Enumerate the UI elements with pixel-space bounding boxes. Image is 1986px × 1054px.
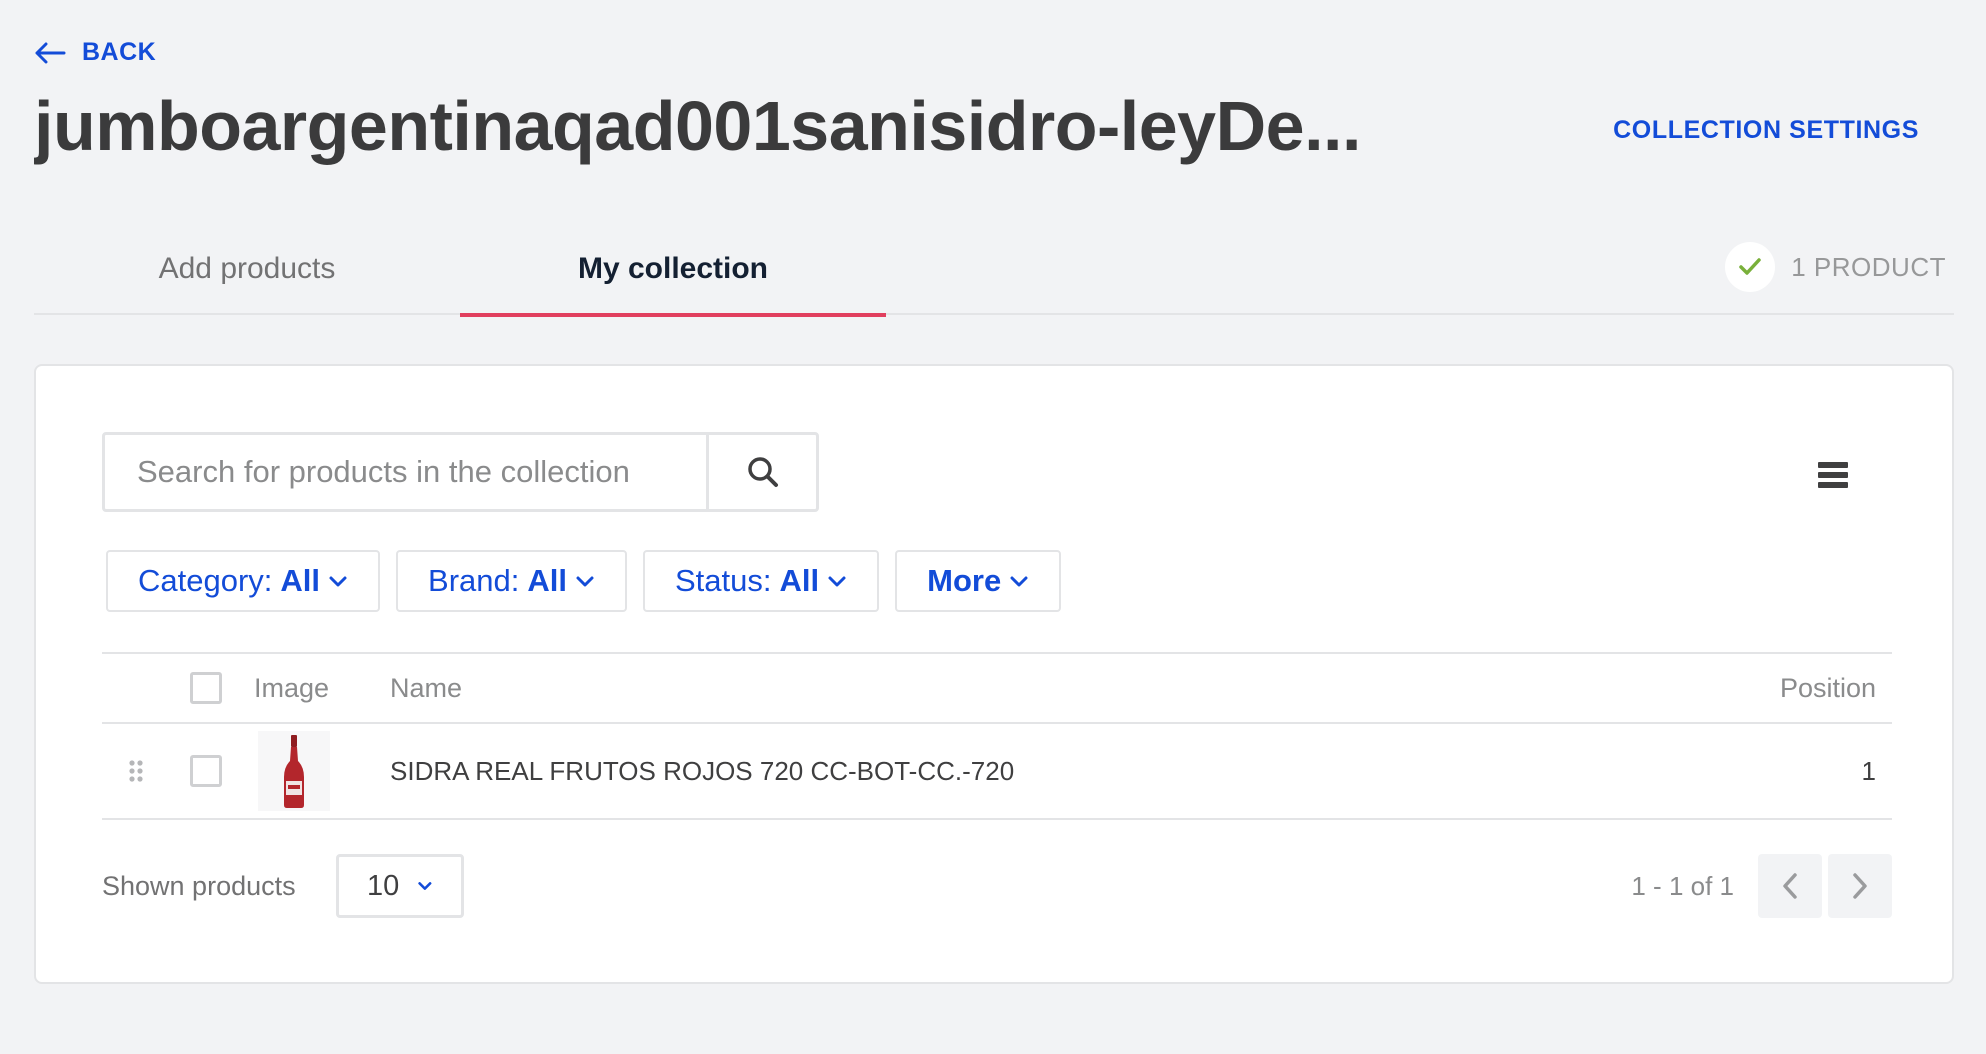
tab-bar: Add products My collection <box>34 222 1954 317</box>
filter-label: Status: <box>675 563 772 598</box>
back-label: BACK <box>82 38 157 66</box>
row-checkbox[interactable] <box>190 755 222 787</box>
products-table: Image Name Position SIDRA REAL FRUTOS RO… <box>102 652 1892 820</box>
page-size-value: 10 <box>367 869 400 902</box>
list-view-icon <box>1818 462 1848 488</box>
search-box <box>102 432 819 512</box>
product-count-label: 1 PRODUCT <box>1791 251 1946 282</box>
filter-value: All <box>280 563 321 598</box>
product-name: SIDRA REAL FRUTOS ROJOS 720 CC-BOT-CC.-7… <box>390 755 1015 786</box>
filter-value: All <box>779 563 820 598</box>
search-button[interactable] <box>706 435 816 509</box>
filter-bar: Category: All Brand: All Status: All Mor… <box>106 550 1062 612</box>
category-filter[interactable]: Category: All <box>106 550 381 612</box>
collection-settings-link[interactable]: COLLECTION SETTINGS <box>1613 116 1919 145</box>
column-header-name: Name <box>390 672 463 703</box>
column-header-position: Position <box>1779 672 1876 703</box>
chevron-down-icon <box>1010 576 1028 587</box>
next-page-button[interactable] <box>1828 854 1892 918</box>
chevron-right-icon <box>1853 873 1867 899</box>
previous-page-button[interactable] <box>1758 854 1822 918</box>
view-toggle-button[interactable] <box>1818 462 1848 488</box>
filter-label: Category: <box>138 563 273 598</box>
back-link[interactable]: BACK <box>34 38 156 67</box>
product-thumbnail <box>258 724 330 818</box>
status-filter[interactable]: Status: All <box>643 550 880 612</box>
chevron-down-icon <box>329 576 347 587</box>
drag-handle-icon[interactable] <box>128 724 144 818</box>
arrow-left-icon <box>35 42 66 63</box>
column-header-image: Image <box>254 672 330 703</box>
shown-products-label: Shown products <box>102 870 296 901</box>
chevron-left-icon <box>1783 873 1797 899</box>
check-icon <box>1725 242 1776 292</box>
page-title: jumboargentinaqad001sanisidro-leyDe... <box>34 87 1361 165</box>
chevron-down-icon <box>418 882 432 890</box>
more-filters-button[interactable]: More <box>895 550 1062 612</box>
search-input[interactable] <box>105 435 706 509</box>
filter-value: All <box>527 563 567 598</box>
select-all-checkbox[interactable] <box>190 672 222 704</box>
filter-value: More <box>927 563 1002 598</box>
pagination-range: 1 - 1 of 1 <box>1631 870 1734 901</box>
search-icon <box>747 457 778 487</box>
table-row[interactable]: SIDRA REAL FRUTOS ROJOS 720 CC-BOT-CC.-7… <box>102 724 1892 820</box>
chevron-down-icon <box>828 576 846 587</box>
product-position: 1 <box>1861 755 1876 786</box>
chevron-down-icon <box>576 576 594 587</box>
page-size-select[interactable]: 10 <box>336 854 464 918</box>
tab-my-collection[interactable]: My collection <box>460 222 886 317</box>
filter-label: Brand: <box>428 563 520 598</box>
table-header-row: Image Name Position <box>102 654 1892 724</box>
product-count-badge: 1 PRODUCT <box>1725 242 1946 292</box>
table-footer: Shown products 10 1 - 1 of 1 <box>102 854 1892 918</box>
bottle-image <box>258 731 330 811</box>
brand-filter[interactable]: Brand: All <box>396 550 627 612</box>
collection-panel: Category: All Brand: All Status: All Mor… <box>34 364 1954 984</box>
tab-add-products[interactable]: Add products <box>34 222 460 315</box>
